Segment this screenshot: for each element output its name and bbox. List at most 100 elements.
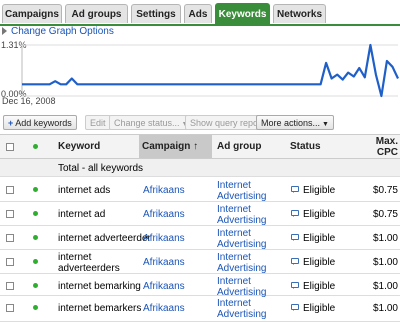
table-row: internet bemarkers Afrikaans Internet Adver… — [0, 296, 400, 322]
enabled-status-dot-icon[interactable] — [33, 305, 38, 310]
tab-campaigns[interactable]: Campaigns — [2, 4, 62, 23]
speech-bubble-icon[interactable] — [291, 234, 299, 241]
max-cpc-value[interactable]: $1.00 — [360, 233, 398, 244]
enabled-status-dot-icon[interactable] — [33, 187, 38, 192]
keyword-cell[interactable]: internet bemarking — [58, 281, 141, 292]
keyword-cell[interactable]: internet bemarkers — [58, 303, 141, 314]
add-keywords-label: Add keywords — [15, 118, 72, 128]
table-row: internet ads Afrikaans Internet Advertising… — [0, 178, 400, 202]
keyword-cell[interactable]: internet adverteerders — [58, 252, 120, 274]
max-cpc-value[interactable]: $1.00 — [360, 281, 398, 292]
ad-group-line2: Advertising — [217, 215, 267, 226]
keyword-text: internet adverteerder — [58, 233, 151, 244]
ad-group-line1: Internet — [217, 252, 251, 263]
status-text: Eligible — [303, 209, 336, 220]
status-dot-header-icon — [33, 144, 38, 149]
ad-group-link[interactable]: Internet Advertising — [217, 180, 266, 202]
tab-bar: Campaigns Ad groups Settings Ads Keyword… — [0, 0, 400, 26]
campaign-column-header[interactable]: Campaign ↑ — [139, 135, 212, 158]
status-text: Eligible — [303, 185, 336, 196]
table-row: internet bemarking Afrikaans Internet Adver… — [0, 274, 400, 298]
enabled-status-dot-icon[interactable] — [33, 283, 38, 288]
keyword-cell[interactable]: internet ad — [58, 209, 105, 220]
ad-group-line2: Advertising — [217, 309, 267, 320]
tab-settings[interactable]: Settings — [131, 4, 181, 23]
max-cpc-value[interactable]: $0.75 — [360, 209, 398, 220]
max-cpc-header-line1: Max. — [375, 136, 398, 147]
max-cpc-value[interactable]: $1.00 — [360, 257, 398, 268]
campaign-link[interactable]: Afrikaans — [143, 257, 185, 268]
more-actions-label: More actions... — [261, 118, 321, 128]
row-checkbox[interactable] — [6, 186, 14, 194]
edit-button[interactable]: Edit — [85, 115, 111, 130]
ad-group-line1: Internet — [217, 228, 251, 239]
ad-group-link[interactable]: Internet Advertising — [217, 204, 266, 226]
speech-bubble-icon[interactable] — [291, 304, 299, 311]
campaign-link[interactable]: Afrikaans — [143, 303, 185, 314]
max-cpc-header-line2: CPC — [376, 147, 398, 158]
ad-group-line1: Internet — [217, 180, 251, 191]
ad-group-line1: Internet — [217, 276, 251, 287]
table-header: Keyword Campaign ↑ Ad group Status Max. C… — [0, 134, 400, 159]
enabled-status-dot-icon[interactable] — [33, 259, 38, 264]
keywords-toolbar: +Add keywords Edit Change status...▼ Sho… — [0, 114, 400, 132]
campaign-header-label: Campaign — [142, 141, 191, 152]
row-checkbox[interactable] — [6, 210, 14, 218]
campaign-link[interactable]: Afrikaans — [143, 209, 185, 220]
select-all-checkbox[interactable] — [6, 143, 14, 151]
ad-group-link[interactable]: Internet Advertising — [217, 276, 266, 298]
change-graph-options-link[interactable]: Change Graph Options — [11, 26, 114, 37]
keyword-text: internet ad — [58, 209, 106, 220]
plus-icon: + — [8, 118, 14, 128]
ad-group-line1: Internet — [217, 204, 251, 215]
keyword-text: internet ads — [58, 185, 111, 196]
speech-bubble-icon[interactable] — [291, 186, 299, 193]
ad-group-line2: Advertising — [217, 239, 267, 250]
ad-group-link[interactable]: Internet Advertising — [217, 298, 266, 320]
speech-bubble-icon[interactable] — [291, 258, 299, 265]
max-cpc-value[interactable]: $0.75 — [360, 185, 398, 196]
ad-group-line1: Internet — [217, 298, 251, 309]
max-cpc-column-header[interactable]: Max. CPC — [360, 135, 398, 159]
keyword-text: internet bemarkers — [58, 303, 142, 314]
graph-series-line — [22, 43, 399, 98]
table-row: internet adverteerder Afrikaans Internet Ad… — [0, 226, 400, 250]
row-checkbox[interactable] — [6, 258, 14, 266]
ad-group-link[interactable]: Internet Advertising — [217, 252, 266, 274]
keyword-text-line2: adverteerders — [58, 263, 120, 274]
row-checkbox[interactable] — [6, 234, 14, 242]
graph-header: Change Graph Options — [0, 26, 400, 38]
status-text: Eligible — [303, 233, 336, 244]
tab-ads[interactable]: Ads — [184, 4, 212, 23]
campaign-link[interactable]: Afrikaans — [143, 233, 185, 244]
more-actions-dropdown[interactable]: More actions... ▼ — [256, 115, 334, 130]
campaign-link[interactable]: Afrikaans — [143, 185, 185, 196]
keyword-cell[interactable]: internet ads — [58, 185, 110, 196]
graph-start-date: Dec 16, 2008 — [2, 96, 56, 106]
performance-graph — [21, 43, 399, 98]
row-checkbox[interactable] — [6, 282, 14, 290]
dropdown-arrow-icon: ▼ — [322, 121, 329, 128]
table-row: internet adverteerders Afrikaans Internet Ad… — [0, 250, 400, 274]
ad-group-link[interactable]: Internet Advertising — [217, 228, 266, 250]
campaign-link[interactable]: Afrikaans — [143, 281, 185, 292]
tab-ad-groups[interactable]: Ad groups — [65, 4, 128, 23]
status-text: Eligible — [303, 303, 336, 314]
enabled-status-dot-icon[interactable] — [33, 211, 38, 216]
ad-group-line2: Advertising — [217, 263, 267, 274]
total-label: Total - all keywords — [58, 163, 144, 174]
add-keywords-button[interactable]: + Add keywords — [3, 115, 77, 130]
speech-bubble-icon[interactable] — [291, 282, 299, 289]
enabled-status-dot-icon[interactable] — [33, 235, 38, 240]
change-status-dropdown[interactable]: Change status...▼ — [109, 115, 194, 130]
sort-ascending-icon: ↑ — [193, 141, 199, 152]
status-text: Eligible — [303, 257, 336, 268]
max-cpc-value[interactable]: $1.00 — [360, 303, 398, 314]
tab-networks[interactable]: Networks — [273, 4, 326, 23]
keyword-cell[interactable]: internet adverteerder — [58, 233, 151, 244]
collapse-arrow-icon[interactable] — [2, 27, 7, 35]
row-checkbox[interactable] — [6, 304, 14, 312]
tab-keywords[interactable]: Keywords — [215, 3, 270, 24]
change-status-label: Change status... — [114, 118, 180, 128]
speech-bubble-icon[interactable] — [291, 210, 299, 217]
